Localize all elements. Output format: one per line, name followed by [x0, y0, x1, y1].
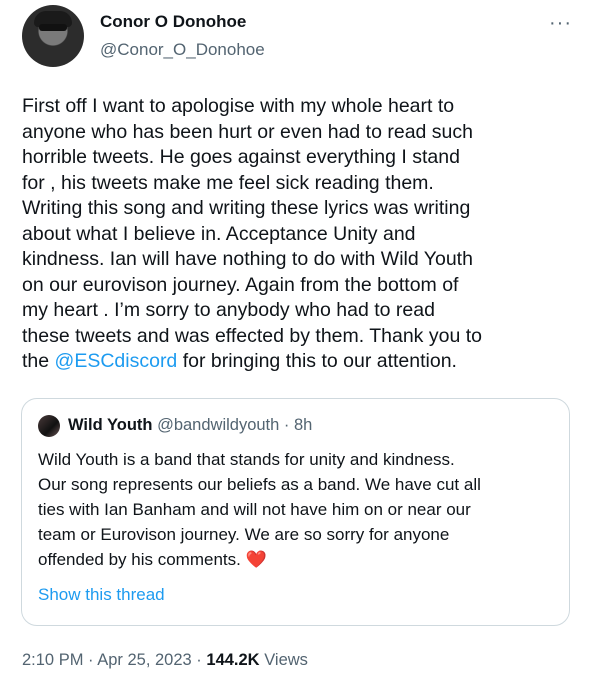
quoted-time[interactable]: 8h	[294, 416, 312, 434]
author-handle[interactable]: @Conor_O_Donohoe	[100, 40, 265, 60]
footer-separator-1: ·	[83, 651, 98, 669]
tweet-time[interactable]: 2:10 PM	[22, 651, 83, 669]
author-avatar[interactable]	[22, 5, 84, 67]
quoted-tweet-text: Wild Youth is a band that stands for uni…	[38, 447, 558, 572]
views-label: Views	[259, 651, 308, 669]
tweet-text: First off I want to apologise with my wh…	[22, 94, 578, 375]
more-options-icon[interactable]: ···	[549, 12, 572, 35]
quoted-separator: ·	[279, 416, 294, 434]
show-thread-link[interactable]: Show this thread	[38, 585, 165, 605]
quoted-author-name[interactable]: Wild Youth	[68, 416, 152, 434]
quoted-author-avatar[interactable]	[38, 415, 60, 437]
views-count[interactable]: 144.2K	[206, 651, 259, 669]
mention-link[interactable]: @ESCdiscord	[55, 350, 178, 372]
quoted-tweet-header: Wild Youth @bandwildyouth · 8h	[68, 416, 312, 435]
quoted-tweet[interactable]: Wild Youth @bandwildyouth · 8h Wild Yout…	[21, 398, 570, 626]
author-display-name[interactable]: Conor O Donohoe	[100, 12, 246, 32]
tweet-text-part-1: First off I want to apologise with my wh…	[22, 95, 482, 372]
avatar-sunglasses	[39, 24, 67, 31]
quoted-author-handle[interactable]: @bandwildyouth	[157, 416, 279, 434]
tweet-text-part-2: for bringing this to our attention.	[177, 350, 457, 372]
tweet-date[interactable]: Apr 25, 2023	[97, 651, 192, 669]
tweet-footer: 2:10 PM · Apr 25, 2023 · 144.2K Views	[22, 651, 308, 670]
red-heart-icon: ❤️	[245, 550, 267, 569]
footer-separator-2: ·	[191, 651, 207, 669]
